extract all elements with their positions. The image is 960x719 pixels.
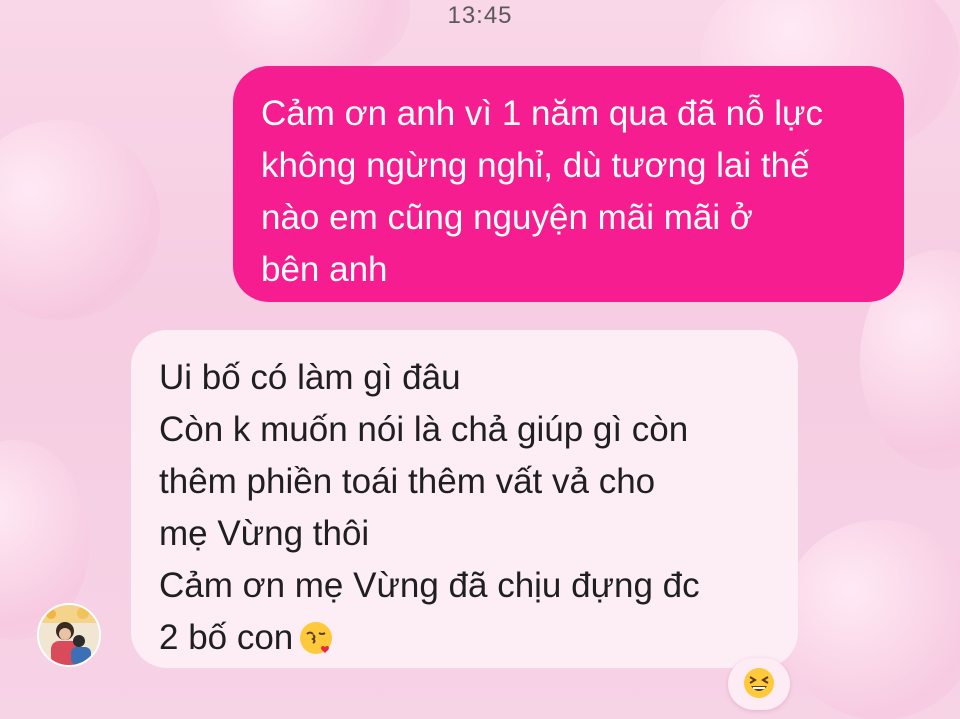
status-time: 13:45 — [447, 2, 513, 29]
message-line: Cảm ơn mẹ Vừng đã chịu đựng đc — [159, 566, 700, 605]
avatar[interactable] — [37, 603, 101, 667]
message-line: không ngừng nghỉ, dù tương lai thế — [261, 146, 810, 185]
message-line: Ui bố có làm gì đâu — [159, 358, 461, 397]
message-line: Còn k muốn nói là chả giúp gì còn — [159, 410, 689, 449]
message-line: thêm phiền toái thêm vất vả cho — [159, 462, 656, 501]
outgoing-message-bubble[interactable]: Cảm ơn anh vì 1 năm qua đã nỗ lực không … — [233, 66, 904, 302]
incoming-message-bubble[interactable]: Ui bố có làm gì đâu Còn k muốn nói là ch… — [131, 330, 798, 668]
reaction-badge[interactable] — [728, 658, 790, 710]
message-line: Cảm ơn anh vì 1 năm qua đã nỗ lực — [261, 94, 823, 133]
message-line: bên anh — [261, 250, 388, 289]
message-line: nào em cũng nguyện mãi mãi ở — [261, 198, 753, 237]
message-line-last: 2 bố con — [159, 612, 770, 670]
message-line: mẹ Vừng thôi — [159, 514, 370, 553]
message-line-text: 2 bố con — [159, 618, 294, 657]
face-blowing-kiss-icon — [299, 618, 333, 670]
